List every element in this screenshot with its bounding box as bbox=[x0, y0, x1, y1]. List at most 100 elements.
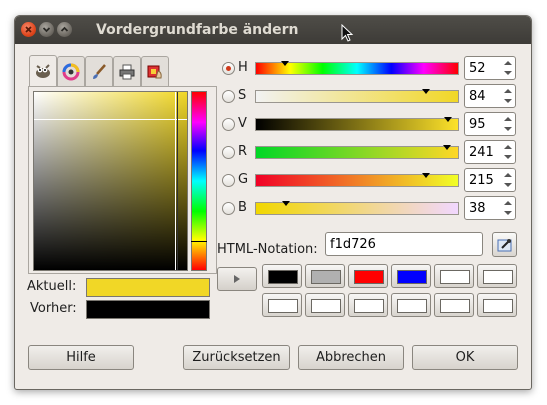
channel-label-g: G bbox=[238, 172, 249, 187]
channel-slider-g[interactable] bbox=[255, 173, 459, 187]
color-history-button[interactable] bbox=[262, 293, 302, 317]
color-history-button[interactable] bbox=[391, 264, 431, 288]
color-history-button[interactable] bbox=[477, 264, 517, 288]
color-history-button[interactable] bbox=[262, 264, 302, 288]
color-history-swatch bbox=[311, 299, 341, 313]
color-history-button[interactable] bbox=[348, 293, 388, 317]
palette-watercolor-icon bbox=[147, 65, 162, 79]
spin-up-arrow-icon[interactable] bbox=[502, 114, 514, 124]
color-history-swatch bbox=[311, 270, 341, 284]
channel-slider-r[interactable] bbox=[255, 145, 459, 159]
channel-spinbox-g[interactable] bbox=[464, 168, 516, 192]
cancel-button[interactable]: Abbrechen bbox=[298, 345, 404, 370]
channel-spinbox-s[interactable] bbox=[464, 84, 516, 108]
color-history-swatch bbox=[354, 270, 384, 284]
color-history-swatch bbox=[268, 270, 298, 284]
spin-up-arrow-icon[interactable] bbox=[502, 198, 514, 208]
chevron-up-icon bbox=[60, 26, 69, 32]
color-picker-button[interactable] bbox=[492, 232, 517, 257]
current-color-label: Aktuell: bbox=[27, 279, 77, 294]
slider-thumb[interactable] bbox=[442, 145, 451, 150]
hue-strip[interactable] bbox=[191, 91, 207, 271]
channel-slider-h[interactable] bbox=[255, 61, 459, 75]
channel-spinbox-r[interactable] bbox=[464, 140, 516, 164]
channel-value-input[interactable] bbox=[469, 172, 499, 188]
saturation-value-area[interactable] bbox=[33, 91, 188, 271]
slider-thumb[interactable] bbox=[282, 201, 291, 206]
slider-thumb[interactable] bbox=[421, 89, 430, 94]
tab-gimp-selector[interactable] bbox=[29, 55, 57, 87]
color-history-swatch bbox=[397, 270, 427, 284]
spin-down-arrow-icon[interactable] bbox=[502, 124, 514, 134]
mouse-cursor-icon bbox=[341, 24, 354, 42]
tab-color-wheel[interactable] bbox=[57, 56, 85, 87]
sv-crosshair-vertical bbox=[175, 92, 176, 270]
previous-color-swatch[interactable] bbox=[86, 300, 210, 319]
spin-up-arrow-icon[interactable] bbox=[502, 142, 514, 152]
spin-down-arrow-icon[interactable] bbox=[502, 208, 514, 218]
spin-down-arrow-icon[interactable] bbox=[502, 180, 514, 190]
history-expander-button[interactable] bbox=[217, 267, 257, 291]
channel-label-h: H bbox=[238, 60, 248, 75]
color-dialog-window: Vordergrundfarbe ändern Aktuell: Vorher:… bbox=[14, 15, 532, 390]
html-notation-input[interactable] bbox=[325, 232, 483, 256]
printer-cmyk-icon bbox=[119, 64, 135, 80]
paint-brush-icon bbox=[93, 64, 106, 79]
spin-down-arrow-icon[interactable] bbox=[502, 96, 514, 106]
channel-slider-v[interactable] bbox=[255, 117, 459, 131]
spin-down-arrow-icon[interactable] bbox=[502, 152, 514, 162]
color-wheel-icon bbox=[62, 63, 80, 81]
slider-thumb[interactable] bbox=[443, 117, 452, 122]
spin-up-arrow-icon[interactable] bbox=[502, 58, 514, 68]
color-history-swatch bbox=[268, 299, 298, 313]
color-history-button[interactable] bbox=[305, 264, 345, 288]
channel-slider-s[interactable] bbox=[255, 89, 459, 103]
channel-radio-s[interactable] bbox=[222, 90, 235, 103]
channel-value-input[interactable] bbox=[469, 88, 499, 104]
maximize-window-button[interactable] bbox=[57, 22, 72, 37]
color-history-button[interactable] bbox=[305, 293, 345, 317]
slider-thumb[interactable] bbox=[422, 173, 431, 178]
channel-radio-r[interactable] bbox=[222, 146, 235, 159]
channel-spinbox-v[interactable] bbox=[464, 112, 516, 136]
close-window-button[interactable] bbox=[21, 22, 36, 37]
color-history-button[interactable] bbox=[391, 293, 431, 317]
spin-up-arrow-icon[interactable] bbox=[502, 86, 514, 96]
reset-button[interactable]: Zurücksetzen bbox=[183, 345, 290, 370]
tab-cmyk-printer[interactable] bbox=[113, 56, 141, 87]
channel-value-input[interactable] bbox=[469, 116, 499, 132]
channel-spinbox-b[interactable] bbox=[464, 196, 516, 220]
channel-label-v: V bbox=[238, 116, 247, 131]
sv-crosshair-horizontal bbox=[34, 119, 187, 120]
title-bar[interactable]: Vordergrundfarbe ändern bbox=[15, 16, 531, 44]
color-history-button[interactable] bbox=[434, 264, 474, 288]
channel-value-input[interactable] bbox=[469, 60, 499, 76]
color-history-swatch bbox=[354, 299, 384, 313]
channel-label-s: S bbox=[238, 88, 247, 103]
previous-color-label: Vorher: bbox=[30, 301, 77, 316]
channel-radio-g[interactable] bbox=[222, 174, 235, 187]
minimize-window-button[interactable] bbox=[39, 22, 54, 37]
tab-watercolor-palette[interactable] bbox=[141, 56, 169, 87]
close-icon bbox=[25, 26, 32, 33]
channel-spinbox-h[interactable] bbox=[464, 56, 516, 80]
color-history-swatch bbox=[440, 299, 470, 313]
current-color-swatch bbox=[86, 278, 210, 297]
channel-slider-b[interactable] bbox=[255, 201, 459, 215]
spin-up-arrow-icon[interactable] bbox=[502, 170, 514, 180]
channel-radio-v[interactable] bbox=[222, 118, 235, 131]
slider-thumb[interactable] bbox=[281, 61, 290, 66]
tab-paint-brush[interactable] bbox=[85, 56, 113, 87]
color-history-button[interactable] bbox=[477, 293, 517, 317]
channel-value-input[interactable] bbox=[469, 144, 499, 160]
channel-radio-b[interactable] bbox=[222, 202, 235, 215]
spin-down-arrow-icon[interactable] bbox=[502, 68, 514, 78]
color-history-button[interactable] bbox=[348, 264, 388, 288]
channel-radio-h[interactable] bbox=[222, 62, 235, 75]
channel-value-input[interactable] bbox=[469, 200, 499, 216]
color-history-button[interactable] bbox=[434, 293, 474, 317]
channel-label-b: B bbox=[238, 200, 247, 215]
ok-button[interactable]: OK bbox=[412, 345, 518, 370]
color-history-swatch bbox=[397, 299, 427, 313]
help-button[interactable]: Hilfe bbox=[28, 345, 134, 370]
